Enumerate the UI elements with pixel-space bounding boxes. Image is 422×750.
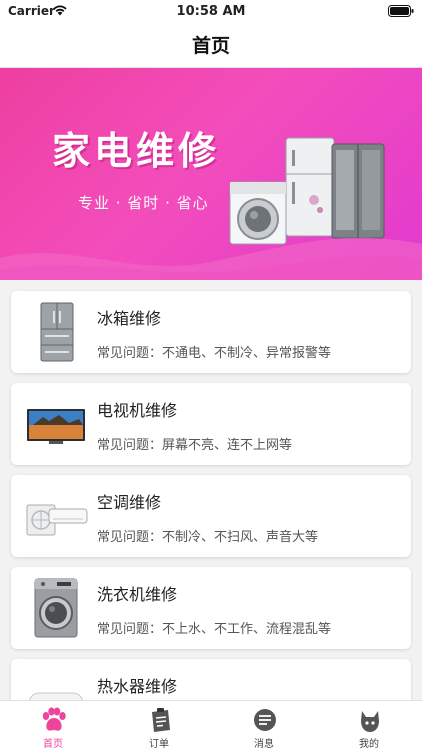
fridge-icon xyxy=(40,302,74,362)
air-conditioner-icon xyxy=(26,504,88,536)
tab-orders[interactable]: 订单 xyxy=(106,701,212,750)
service-description: 常见问题：屏幕不亮、连不上网等 xyxy=(97,438,293,453)
tab-bar: 首页 订单 消息 我的 xyxy=(0,700,422,750)
status-time: 10:58 AM xyxy=(176,4,246,19)
service-card-air-conditioner[interactable]: 空调维修 常见问题：不制冷、不扫风、声音大等 xyxy=(11,475,411,557)
water-heater-icon xyxy=(28,692,84,700)
service-list: 冰箱维修 常见问题：不通电、不制冷、异常报警等 电视机维修 常见问题：屏幕不亮、… xyxy=(0,280,422,700)
tab-label: 订单 xyxy=(149,739,169,750)
service-card-water-heater[interactable]: 热水器维修 xyxy=(11,659,411,700)
tv-icon xyxy=(27,409,85,444)
clipboard-icon xyxy=(152,708,170,732)
service-description: 常见问题：不制冷、不扫风、声音大等 xyxy=(97,530,319,545)
tab-profile[interactable]: 我的 xyxy=(316,701,422,750)
service-description: 常见问题：不通电、不制冷、异常报警等 xyxy=(97,346,332,361)
navigation-bar: 首页 xyxy=(0,22,422,68)
tab-home[interactable]: 首页 xyxy=(0,701,106,750)
promo-banner[interactable]: 家电维修 专业 · 省时 · 省心 xyxy=(0,68,422,280)
service-card-tv[interactable]: 电视机维修 常见问题：屏幕不亮、连不上网等 xyxy=(11,383,411,465)
status-bar: Carrier 10:58 AM xyxy=(0,0,422,22)
tab-label: 消息 xyxy=(254,739,274,750)
banner-wave-decoration xyxy=(0,237,422,280)
banner-title: 家电维修 xyxy=(52,129,221,173)
message-icon xyxy=(254,709,276,731)
tab-messages[interactable]: 消息 xyxy=(211,701,317,750)
tab-label: 首页 xyxy=(43,739,63,750)
service-card-fridge[interactable]: 冰箱维修 常见问题：不通电、不制冷、异常报警等 xyxy=(11,291,411,373)
cat-icon xyxy=(361,711,379,732)
service-title: 洗衣机维修 xyxy=(97,585,178,604)
page-title: 首页 xyxy=(191,35,230,57)
washing-machine-icon xyxy=(34,578,78,638)
service-description: 常见问题：不上水、不工作、流程混乱等 xyxy=(97,622,332,637)
service-card-washing-machine[interactable]: 洗衣机维修 常见问题：不上水、不工作、流程混乱等 xyxy=(11,567,411,649)
service-title: 空调维修 xyxy=(97,493,162,512)
tab-label: 我的 xyxy=(359,739,379,750)
battery-icon xyxy=(388,5,414,17)
service-title: 热水器维修 xyxy=(97,677,178,696)
banner-subtitle: 专业 · 省时 · 省心 xyxy=(78,194,209,212)
service-title: 冰箱维修 xyxy=(97,309,162,328)
service-title: 电视机维修 xyxy=(97,401,178,420)
paw-icon xyxy=(42,707,66,731)
